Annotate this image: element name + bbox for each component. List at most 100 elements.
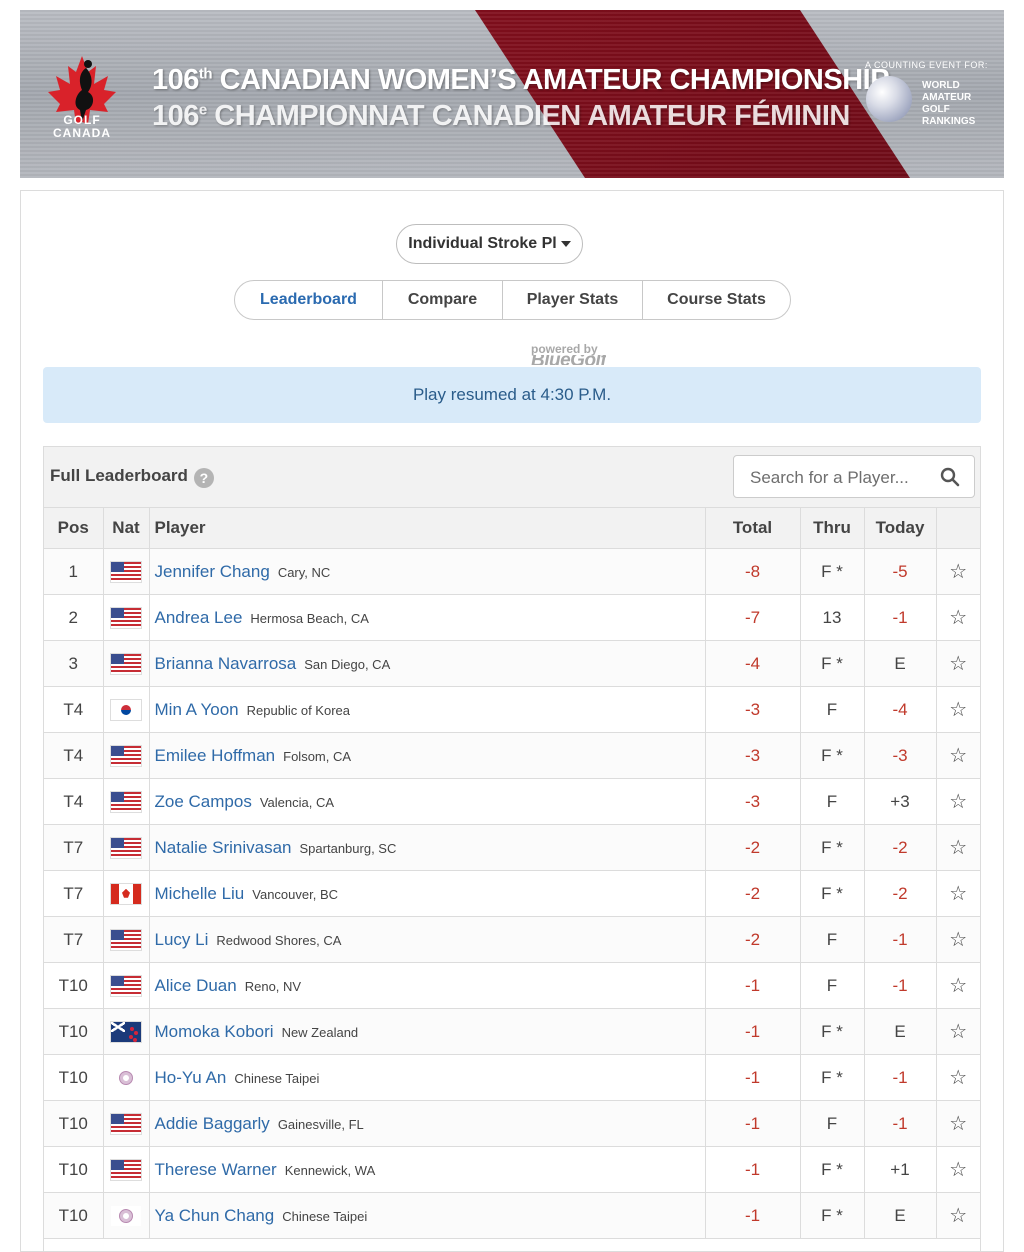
table-row[interactable]: T7 Natalie Srinivasan Spartanburg, SC -2 F *… — [44, 824, 980, 871]
star-outline-icon[interactable]: ☆ — [949, 975, 967, 997]
player-name-link[interactable]: Jennifer Chang — [155, 562, 270, 581]
star-outline-icon[interactable]: ☆ — [949, 699, 967, 721]
star-outline-icon[interactable]: ☆ — [949, 791, 967, 813]
powered-by-bluegolf: powered by BlueGolf — [531, 342, 606, 365]
star-outline-icon[interactable]: ☆ — [949, 653, 967, 675]
table-row[interactable]: T10 Momoka Kobori New Zealand -1 F * E ☆ — [44, 1008, 980, 1055]
question-circle-icon[interactable]: ? — [193, 468, 214, 488]
wagr-logo-text: WORLD AMATEUR GOLF RANKINGS — [922, 80, 976, 127]
col-today[interactable]: Today — [863, 508, 936, 549]
star-outline-icon[interactable]: ☆ — [949, 561, 967, 583]
player-name-link[interactable]: Momoka Kobori — [155, 1022, 274, 1041]
caret-down-icon — [560, 240, 571, 247]
player-name-link[interactable]: Alice Duan — [155, 976, 237, 995]
row-player: Lucy Li Redwood Shores, CA — [148, 916, 705, 963]
row-nat — [102, 916, 149, 963]
player-name-link[interactable]: Emilee Hoffman — [155, 746, 276, 765]
star-outline-icon[interactable]: ☆ — [949, 745, 967, 767]
search-icon[interactable] — [940, 467, 960, 487]
player-location: Folsom, CA — [283, 748, 352, 764]
row-nat — [102, 1100, 149, 1147]
row-total: -1 — [704, 1146, 800, 1193]
row-favorite: ☆ — [935, 1100, 980, 1147]
star-outline-icon[interactable]: ☆ — [949, 1067, 967, 1089]
player-name-link[interactable]: Michelle Liu — [155, 884, 245, 903]
row-favorite: ☆ — [935, 962, 980, 1009]
row-pos: 3 — [44, 640, 103, 687]
row-thru: F — [799, 962, 864, 1009]
star-outline-icon[interactable]: ☆ — [949, 1113, 967, 1135]
player-name-link[interactable]: Andrea Lee — [155, 608, 243, 627]
flag-us-icon — [111, 1159, 141, 1180]
row-pos: T10 — [44, 1100, 103, 1147]
star-outline-icon[interactable]: ☆ — [949, 1205, 967, 1227]
competition-dropdown[interactable]: Individual Stroke Pl — [396, 224, 583, 264]
table-row[interactable]: T4 Min A Yoon Republic of Korea -3 F -4 ☆ — [44, 686, 980, 733]
table-row[interactable]: 3 Brianna Navarrosa San Diego, CA -4 F * E ☆ — [44, 640, 980, 687]
row-total: -1 — [704, 1008, 800, 1055]
table-row[interactable]: T10 Ho-Yu An Chinese Taipei -1 F * -1 ☆ — [44, 1054, 980, 1101]
table-row[interactable]: 1 Jennifer Chang Cary, NC -8 F * -5 ☆ — [44, 548, 980, 595]
player-name-link[interactable]: Zoe Campos — [155, 792, 252, 811]
player-name-link[interactable]: Lucy Li — [155, 930, 209, 949]
col-thru[interactable]: Thru — [799, 508, 864, 549]
col-player[interactable]: Player — [148, 508, 705, 549]
table-row[interactable]: T7 Michelle Liu Vancouver, BC -2 F * -2 ☆ — [44, 870, 980, 917]
row-thru: 13 — [799, 594, 864, 641]
table-row[interactable]: T4 Zoe Campos Valencia, CA -3 F +3 ☆ — [44, 778, 980, 825]
table-row[interactable]: T10 Addie Baggarly Gainesville, FL -1 F -1 ☆ — [44, 1100, 980, 1147]
col-total[interactable]: Total — [704, 508, 800, 549]
star-outline-icon[interactable]: ☆ — [949, 1021, 967, 1043]
row-favorite: ☆ — [935, 1146, 980, 1193]
tab-player-stats[interactable]: Player Stats — [502, 281, 642, 319]
player-name-link[interactable]: Min A Yoon — [155, 700, 239, 719]
col-pos[interactable]: Pos — [44, 508, 103, 549]
table-row[interactable]: T10 Therese Warner Kennewick, WA -1 F * +1 ☆ — [44, 1146, 980, 1193]
star-outline-icon[interactable]: ☆ — [949, 1159, 967, 1181]
player-location: Reno, NV — [244, 978, 302, 994]
row-thru: F * — [799, 870, 864, 917]
player-name-link[interactable]: Natalie Srinivasan — [155, 838, 292, 857]
player-name-link[interactable]: Ya Chun Chang — [155, 1206, 275, 1225]
row-pos: 2 — [44, 594, 103, 641]
row-player: Ya Chun Chang Chinese Taipei — [148, 1192, 705, 1239]
search-input[interactable] — [748, 465, 932, 491]
tab-course-stats[interactable]: Course Stats — [642, 281, 790, 319]
row-favorite: ☆ — [935, 548, 980, 595]
star-outline-icon[interactable]: ☆ — [949, 883, 967, 905]
row-total: -7 — [704, 594, 800, 641]
table-row[interactable]: T4 Emilee Hoffman Folsom, CA -3 F * -3 ☆ — [44, 732, 980, 779]
tab-leaderboard[interactable]: Leaderboard — [235, 281, 382, 319]
table-row[interactable]: T10 Ya Chun Chang Chinese Taipei -1 F * E ☆ — [44, 1192, 980, 1239]
row-pos: T7 — [44, 870, 103, 917]
row-player: Michelle Liu Vancouver, BC — [148, 870, 705, 917]
table-row[interactable]: 2 Andrea Lee Hermosa Beach, CA -7 13 -1 ☆ — [44, 594, 980, 641]
flag-ca-icon — [111, 883, 141, 904]
row-player: Therese Warner Kennewick, WA — [148, 1146, 705, 1193]
table-row[interactable]: T7 Lucy Li Redwood Shores, CA -2 F -1 ☆ — [44, 916, 980, 963]
row-favorite: ☆ — [935, 778, 980, 825]
table-row[interactable]: T10 Alice Duan Reno, NV -1 F -1 ☆ — [44, 962, 980, 1009]
player-name-link[interactable]: Therese Warner — [155, 1160, 277, 1179]
player-name-link[interactable]: Ho-Yu An — [155, 1068, 227, 1087]
flag-us-icon — [111, 561, 141, 582]
table-header-row: Pos Nat Player Total Thru Today — [44, 508, 980, 549]
star-outline-icon[interactable]: ☆ — [949, 607, 967, 629]
row-today: -1 — [863, 962, 936, 1009]
player-location: Valencia, CA — [259, 794, 335, 810]
player-location: Redwood Shores, CA — [216, 932, 342, 948]
row-today: E — [863, 1192, 936, 1239]
player-location: Hermosa Beach, CA — [250, 610, 369, 626]
row-pos: T10 — [44, 1054, 103, 1101]
star-outline-icon[interactable]: ☆ — [949, 929, 967, 951]
player-name-link[interactable]: Addie Baggarly — [155, 1114, 270, 1133]
tab-compare[interactable]: Compare — [382, 281, 502, 319]
row-player: Ho-Yu An Chinese Taipei — [148, 1054, 705, 1101]
wagr-caption: A COUNTING EVENT FOR: — [865, 60, 988, 70]
row-player: Natalie Srinivasan Spartanburg, SC — [148, 824, 705, 871]
col-nat[interactable]: Nat — [102, 508, 149, 549]
row-favorite: ☆ — [935, 732, 980, 779]
player-name-link[interactable]: Brianna Navarrosa — [155, 654, 297, 673]
row-nat — [102, 962, 149, 1009]
star-outline-icon[interactable]: ☆ — [949, 837, 967, 859]
